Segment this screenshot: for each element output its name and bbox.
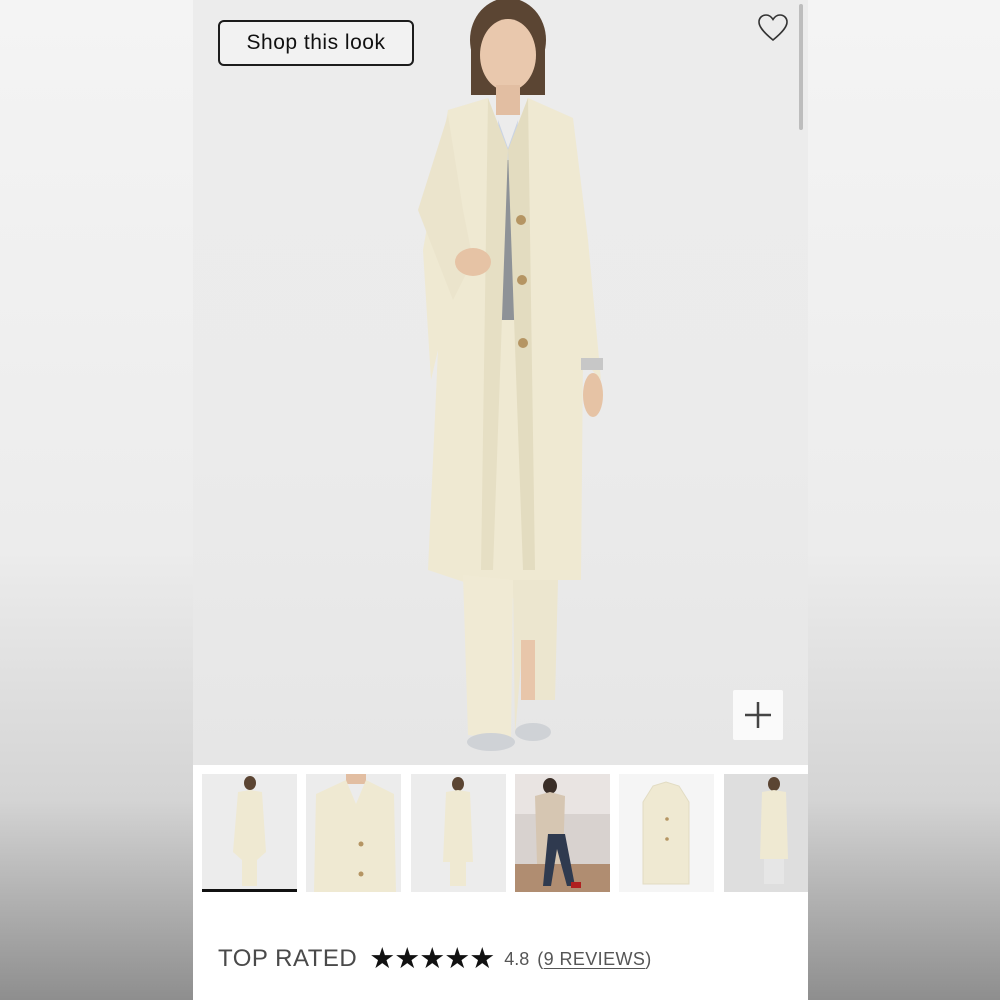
star-icon: ★: [419, 942, 446, 975]
product-hero-image[interactable]: Shop this look: [193, 0, 808, 765]
reviews-link[interactable]: 9 REVIEWS: [544, 949, 646, 969]
scrollbar[interactable]: [799, 4, 803, 130]
star-icon: ★: [369, 942, 396, 975]
reviews-close-paren: ): [645, 948, 652, 969]
thumbnail-6[interactable]: [724, 774, 808, 892]
heart-outline-icon[interactable]: [756, 12, 790, 44]
reviews-count: (9 REVIEWS): [537, 949, 651, 970]
thumbnail-1[interactable]: [202, 774, 297, 892]
model-image: [418, 0, 603, 751]
star-icon: ★: [469, 942, 496, 975]
rating-score: 4.8: [504, 948, 530, 969]
product-page: Shop this look TOP RATED ★ ★ ★ ★ ★ 4.8 (…: [193, 0, 808, 1000]
zoom-button[interactable]: [733, 690, 783, 740]
star-rating: ★ ★ ★ ★ ★: [369, 942, 496, 975]
rating-row: TOP RATED ★ ★ ★ ★ ★ 4.8 (9 REVIEWS): [218, 942, 652, 976]
shop-this-look-button[interactable]: Shop this look: [218, 20, 414, 66]
thumbnail-5[interactable]: [619, 774, 714, 892]
thumbnail-3[interactable]: [411, 774, 506, 892]
thumbnail-strip: [193, 765, 808, 900]
star-icon: ★: [394, 942, 421, 975]
star-icon: ★: [444, 942, 471, 975]
thumbnail-4[interactable]: [515, 774, 610, 892]
top-rated-label: TOP RATED: [218, 945, 358, 972]
right-backdrop: [808, 0, 1000, 1000]
left-backdrop: [0, 0, 193, 1000]
thumbnail-2[interactable]: [306, 774, 401, 892]
plus-icon: [745, 702, 771, 728]
